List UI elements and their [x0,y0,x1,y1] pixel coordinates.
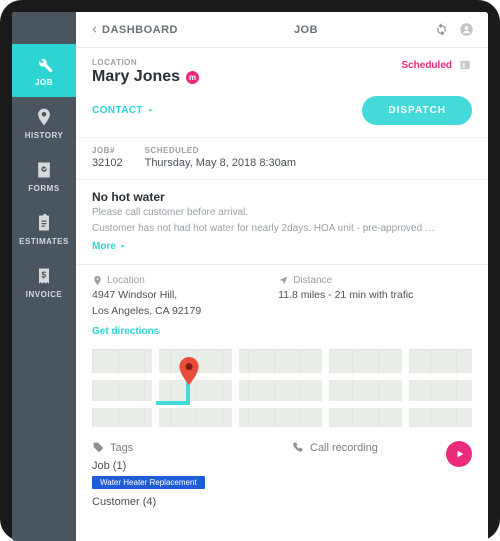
job-meta: JOB# 32102 SCHEDULED Thursday, May 8, 20… [76,138,488,180]
topbar: DASHBOARD JOB [76,12,488,48]
tablet-frame: JOB HISTORY FORMS ESTIMATES $ INVOICE [0,0,500,541]
forms-icon [34,160,54,180]
sidebar-item-label: ESTIMATES [19,237,69,246]
customer-badge: m [186,71,199,84]
main-content: DASHBOARD JOB LOCATION Mary Jones m [76,12,488,541]
chevron-left-icon [90,25,99,34]
sidebar-item-estimates[interactable]: ESTIMATES [12,203,76,256]
distance-hdr-label: Distance [293,275,332,286]
desc-title: No hot water [92,190,472,204]
get-directions-link[interactable]: Get directions [92,326,472,337]
contact-dropdown[interactable]: CONTACT [92,105,155,116]
user-icon[interactable] [459,22,474,37]
job-tags-header[interactable]: Job (1) [92,460,272,472]
back-button[interactable]: DASHBOARD [90,24,178,36]
tag-icon [92,441,105,454]
address-line2: Los Angeles, CA 92179 [92,304,268,318]
pin-icon [92,275,103,286]
job-description: No hot water Please call customer before… [76,180,488,265]
sidebar: JOB HISTORY FORMS ESTIMATES $ INVOICE [12,12,76,541]
status-text: Scheduled [401,60,452,71]
sidebar-item-job[interactable]: JOB [12,44,76,97]
map-pin-icon [178,357,200,390]
back-label: DASHBOARD [102,24,178,36]
location-block: Location 4947 Windsor Hill, Los Angeles,… [76,265,488,343]
job-header: LOCATION Mary Jones m Scheduled CONTACT [76,48,488,138]
call-recording-label: Call recording [310,442,378,454]
desc-line1: Please call customer before arrival. [92,206,472,220]
svg-text:$: $ [41,270,46,280]
clipboard-icon [34,213,54,233]
play-icon [455,449,465,459]
jobnum-label: JOB# [92,146,123,155]
phone-icon [292,441,305,454]
location-label: LOCATION [92,58,199,67]
sidebar-item-history[interactable]: HISTORY [12,97,76,150]
sidebar-item-label: HISTORY [25,131,64,140]
navigation-icon [278,275,289,286]
distance-value: 11.8 miles - 21 min with trafic [278,288,472,302]
tags-label: Tags [110,442,133,454]
sidebar-item-forms[interactable]: FORMS [12,150,76,203]
screen: JOB HISTORY FORMS ESTIMATES $ INVOICE [12,12,488,541]
pin-icon [34,107,54,127]
contact-card-icon [458,58,472,72]
sidebar-item-label: FORMS [28,184,59,193]
invoice-icon: $ [34,266,54,286]
customer-tags-header[interactable]: Customer (4) [92,496,272,508]
location-hdr-label: Location [107,275,145,286]
desc-line2: Customer has not had hot water for nearl… [92,222,472,236]
sidebar-item-label: JOB [35,78,53,87]
address-line1: 4947 Windsor Hill, [92,288,268,302]
sidebar-item-label: INVOICE [26,290,62,299]
play-button[interactable] [446,441,472,467]
scheduled-label: SCHEDULED [145,146,296,155]
map-preview[interactable] [92,349,472,427]
wrench-icon [34,54,54,74]
dispatch-button[interactable]: DISPATCH [362,96,472,125]
contact-label: CONTACT [92,105,143,116]
scheduled-value: Thursday, May 8, 2018 8:30am [145,157,296,169]
customer-name-text: Mary Jones [92,68,180,86]
jobnum-value: 32102 [92,157,123,169]
tag-pill[interactable]: Water Heater Replacement [92,476,205,489]
chevron-down-icon [118,242,127,251]
more-toggle[interactable]: More [92,241,127,252]
sidebar-item-invoice[interactable]: $ INVOICE [12,256,76,309]
customer-name: Mary Jones m [92,68,199,86]
more-label: More [92,241,116,252]
page-title: JOB [178,24,434,36]
refresh-icon[interactable] [434,22,449,37]
chevron-down-icon [146,106,155,115]
tags-block: Tags Job (1) Water Heater Replacement Cu… [76,435,488,518]
